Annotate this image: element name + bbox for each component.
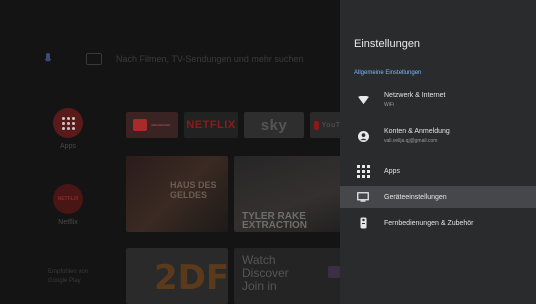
keyboard-icon[interactable] xyxy=(86,53,102,65)
settings-item-subtitle: WiFi xyxy=(384,102,394,108)
apps-shortcut-label: Apps xyxy=(60,143,76,150)
netflix-circle-icon: NETFLIX xyxy=(53,184,83,214)
bottom-row: 2DF Watch Discover Join in xyxy=(126,248,346,304)
settings-item-accounts[interactable]: Konten & Anmeldung vali.velija.qj@gmail.… xyxy=(340,124,536,148)
youtube-play-icon xyxy=(314,120,319,130)
panel-title: Einstellungen xyxy=(354,38,421,50)
settings-item-label: Apps xyxy=(384,167,400,175)
microphone-icon[interactable] xyxy=(40,51,56,67)
apps-grid-icon xyxy=(354,164,372,178)
search-hint: Nach Filmen, TV-Sendungen und mehr suche… xyxy=(116,54,304,64)
app-badge-icon xyxy=(328,266,340,278)
search-bar[interactable]: Nach Filmen, TV-Sendungen und mehr suche… xyxy=(40,48,303,70)
movie-title: TYLER RAKE EXTRACTION xyxy=(242,211,307,231)
watch-discover-tile[interactable]: Watch Discover Join in xyxy=(234,248,346,304)
movie-row: HAUS DES GELDES TYLER RAKE EXTRACTION xyxy=(126,156,346,232)
netflix-shortcut-label: Netflix xyxy=(58,219,78,226)
remote-icon xyxy=(354,217,372,229)
settings-panel: Einstellungen Allgemeine Einstellungen N… xyxy=(340,0,536,304)
tv-display-icon xyxy=(354,192,372,202)
channel-row: ▬▬▬ NETFLIX sky YouTube xyxy=(126,112,354,138)
netflix-shortcut[interactable]: NETFLIX Netflix xyxy=(50,184,86,226)
settings-item-device-preferences[interactable]: Geräteeinstellungen xyxy=(340,186,536,208)
apps-circle-icon xyxy=(53,108,83,138)
recommended-line2: Google Play xyxy=(48,278,81,284)
settings-item-subtitle: vali.velija.qj@gmail.com xyxy=(384,138,438,144)
channel-tile-red[interactable]: ▬▬▬ xyxy=(126,112,178,138)
zdf-tile[interactable]: 2DF xyxy=(126,248,230,304)
screen: Nach Filmen, TV-Sendungen und mehr suche… xyxy=(0,0,536,304)
account-icon xyxy=(354,130,372,142)
settings-item-apps[interactable]: Apps xyxy=(340,160,536,182)
netflix-mini-logo: NETFLIX xyxy=(57,196,79,202)
settings-item-label: Fernbedienungen & Zubehör xyxy=(384,219,474,227)
settings-item-label: Netzwerk & Internet xyxy=(384,92,446,99)
wifi-icon xyxy=(354,95,372,105)
apps-shortcut[interactable]: Apps xyxy=(50,108,86,150)
channel-tile-netflix[interactable]: NETFLIX xyxy=(184,112,238,138)
settings-item-label: Konten & Anmeldung xyxy=(384,128,450,135)
watch-discover-text: Watch Discover Join in xyxy=(242,254,289,293)
movie-tile-tyler-rake[interactable]: TYLER RAKE EXTRACTION xyxy=(234,156,346,232)
movie-tile-haus-des-geldes[interactable]: HAUS DES GELDES xyxy=(126,156,228,232)
channel-tile-sky[interactable]: sky xyxy=(244,112,304,138)
section-header: Allgemeine Einstellungen xyxy=(354,70,422,76)
recommended-label: Empfohlen von Google Play xyxy=(48,268,88,286)
join-line: Join in xyxy=(242,279,277,293)
settings-item-label: Geräteeinstellungen xyxy=(384,193,447,201)
settings-item-network[interactable]: Netzwerk & Internet WiFi xyxy=(340,88,536,112)
movie-title: HAUS DES GELDES xyxy=(170,180,217,200)
home-screen-background: Nach Filmen, TV-Sendungen und mehr suche… xyxy=(0,0,354,304)
recommended-line1: Empfohlen von xyxy=(48,269,89,275)
settings-item-remotes[interactable]: Fernbedienungen & Zubehör xyxy=(340,212,536,234)
grid-icon xyxy=(61,116,75,130)
zdf-logo: 2DF xyxy=(154,258,230,298)
